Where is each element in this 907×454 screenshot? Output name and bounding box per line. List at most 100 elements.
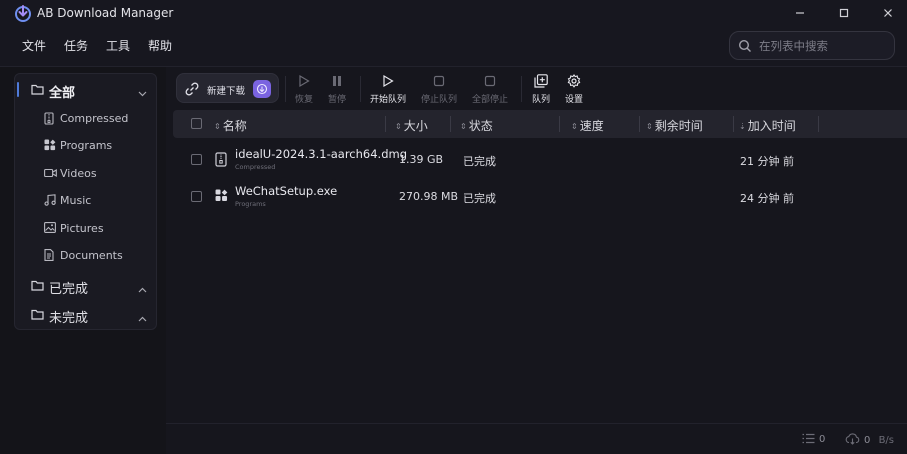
select-all-checkbox[interactable] <box>191 118 202 129</box>
sort-icon: ⇕ <box>646 122 653 131</box>
gear-icon <box>567 74 581 88</box>
row-checkbox[interactable] <box>191 191 202 202</box>
minimize-button[interactable] <box>790 4 810 22</box>
close-button[interactable] <box>878 4 898 22</box>
sidebar-item-music[interactable]: Music <box>15 190 156 212</box>
column-name[interactable]: ⇕ 名称 <box>214 117 247 134</box>
file-status: 已完成 <box>463 192 496 205</box>
play-icon <box>298 74 310 88</box>
menu-help[interactable]: 帮助 <box>148 38 172 54</box>
download-speed-status: 0 B/s <box>845 433 894 448</box>
column-speed[interactable]: ⇕ 速度 <box>571 117 604 134</box>
add-queue-icon[interactable] <box>253 80 271 98</box>
column-size[interactable]: ⇕ 大小 <box>395 117 428 134</box>
table-row[interactable]: WeChatSetup.exe Programs 270.98 MB 已完成 2… <box>173 179 907 215</box>
app-logo-icon <box>14 4 32 22</box>
table-row[interactable]: idealU-2024.3.1-aarch64.dmg Compressed 1… <box>173 142 907 178</box>
column-divider[interactable] <box>450 116 451 132</box>
file-added-time: 24 分钟 前 <box>740 192 794 205</box>
menu-bar: 文件 任务 工具 帮助 <box>22 38 190 54</box>
sidebar-item-unfinished[interactable]: 未完成 <box>15 302 156 328</box>
stop-all-label: 全部停止 <box>471 95 508 105</box>
apps-icon <box>215 189 228 205</box>
sidebar-item-label: 全部 <box>49 86 76 101</box>
sidebar-item-finished[interactable]: 已完成 <box>15 273 156 299</box>
speed-unit: B/s <box>878 435 895 446</box>
sidebar-item-label: Programs <box>60 139 113 152</box>
column-divider[interactable] <box>385 116 386 132</box>
start-queue-button[interactable]: 开始队列 <box>366 74 410 106</box>
sidebar-item-label: Documents <box>60 249 123 262</box>
stop-all-button[interactable]: 全部停止 <box>468 74 512 106</box>
sidebar-item-label: Pictures <box>60 222 104 235</box>
column-divider[interactable] <box>559 116 560 132</box>
settings-button[interactable]: 设置 <box>561 74 587 106</box>
folder-icon <box>31 280 44 294</box>
play-icon <box>382 74 394 88</box>
table-header: ⇕ 名称 ⇕ 大小 ⇕ 状态 ⇕ 速度 ⇕ 剩余时间 ⇣ 加入时间 <box>173 110 907 138</box>
stop-icon <box>433 74 445 88</box>
apps-icon <box>44 139 56 154</box>
resume-label: 恢复 <box>294 95 313 105</box>
start-queue-label: 开始队列 <box>369 95 406 105</box>
file-size: 1.39 GB <box>399 153 444 166</box>
stop-queue-button[interactable]: 停止队列 <box>417 74 461 106</box>
queue-label: 队列 <box>531 95 550 105</box>
file-size: 270.98 MB <box>399 190 459 203</box>
column-divider[interactable] <box>733 116 734 132</box>
search-input[interactable] <box>759 37 887 55</box>
new-download-button[interactable]: 新建下载 <box>176 73 279 103</box>
sort-icon: ⇣ <box>739 122 746 131</box>
sidebar-item-programs[interactable]: Programs <box>15 135 156 157</box>
sidebar-item-videos[interactable]: Videos <box>15 163 156 185</box>
sidebar-item-label: Compressed <box>60 112 129 125</box>
sort-icon: ⇕ <box>214 122 221 131</box>
sort-icon: ⇕ <box>460 122 467 131</box>
file-category: Compressed <box>235 163 276 171</box>
queue-icon <box>534 74 548 88</box>
file-name: idealU-2024.3.1-aarch64.dmg <box>235 147 408 161</box>
menu-tasks[interactable]: 任务 <box>64 38 88 54</box>
file-status: 已完成 <box>463 155 496 168</box>
pause-icon <box>331 74 343 88</box>
category-sidebar: 全部 Compressed Programs Videos Music Pict… <box>14 73 157 330</box>
document-icon <box>44 249 54 264</box>
list-icon <box>802 433 815 447</box>
video-icon <box>44 167 57 181</box>
sidebar-item-label: 已完成 <box>49 282 89 297</box>
resume-button[interactable]: 恢复 <box>290 74 318 106</box>
row-checkbox[interactable] <box>191 154 202 165</box>
menu-file[interactable]: 文件 <box>22 38 46 54</box>
cloud-download-icon <box>845 433 860 448</box>
column-status[interactable]: ⇕ 状态 <box>460 117 493 134</box>
folder-icon <box>31 309 44 323</box>
sidebar-item-documents[interactable]: Documents <box>15 245 156 267</box>
stop-icon <box>484 74 496 88</box>
speed-value: 0 <box>864 435 871 446</box>
menu-tools[interactable]: 工具 <box>106 38 130 54</box>
sidebar-item-compressed[interactable]: Compressed <box>15 108 156 130</box>
sidebar-item-pictures[interactable]: Pictures <box>15 218 156 240</box>
active-downloads-status: 0 <box>802 433 825 447</box>
pause-label: 暂停 <box>327 95 346 105</box>
file-added-time: 21 分钟 前 <box>740 155 794 168</box>
app-title: AB Download Manager <box>37 6 174 20</box>
sidebar-item-all[interactable]: 全部 <box>15 77 156 103</box>
column-divider[interactable] <box>639 116 640 132</box>
chevron-up-icon[interactable] <box>138 311 147 325</box>
column-added[interactable]: ⇣ 加入时间 <box>739 117 796 134</box>
column-divider[interactable] <box>818 116 819 132</box>
pause-button[interactable]: 暂停 <box>323 74 351 106</box>
maximize-button[interactable] <box>834 4 854 22</box>
settings-label: 设置 <box>564 95 583 105</box>
stop-queue-label: 停止队列 <box>420 95 457 105</box>
active-count: 0 <box>819 434 826 445</box>
link-icon <box>185 82 199 99</box>
queue-button[interactable]: 队列 <box>528 74 554 106</box>
chevron-down-icon[interactable] <box>138 86 147 100</box>
search-box[interactable] <box>729 31 895 60</box>
chevron-up-icon[interactable] <box>138 282 147 296</box>
music-icon <box>44 194 56 209</box>
column-remaining[interactable]: ⇕ 剩余时间 <box>646 117 703 134</box>
new-download-label: 新建下载 <box>207 86 246 97</box>
